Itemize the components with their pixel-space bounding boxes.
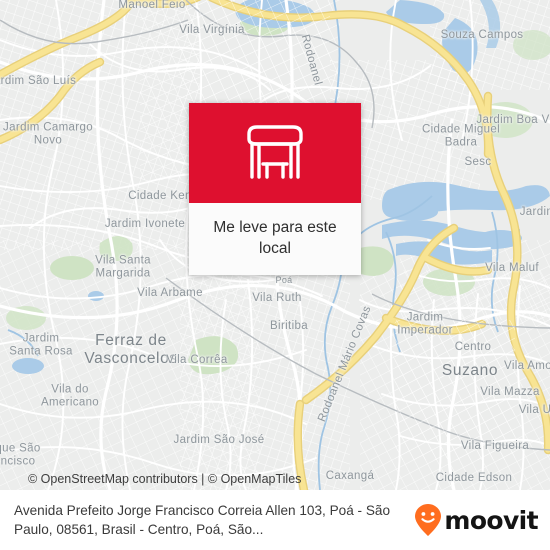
map-attribution[interactable]: © OpenStreetMap contributors | © OpenMap… [0, 468, 550, 490]
callout-pointer [262, 257, 288, 270]
moovit-map-screen: Manoel FeioVila VirgíniaSouza CamposJard… [0, 0, 550, 550]
callout-icon-panel [189, 103, 361, 203]
attribution-text: © OpenStreetMap contributors | © OpenMap… [28, 472, 302, 486]
moovit-wordmark: moovit [444, 505, 538, 535]
footer-bar: Avenida Prefeito Jorge Francisco Correia… [0, 490, 550, 550]
bus-stop-icon [247, 125, 303, 179]
address-text: Avenida Prefeito Jorge Francisco Correia… [14, 503, 391, 537]
take-me-there-callout[interactable]: Me leve para este local [189, 103, 361, 275]
moovit-pin-icon [415, 504, 442, 536]
callout-label: Me leve para este local [213, 219, 337, 257]
moovit-logo[interactable]: moovit [414, 503, 539, 537]
